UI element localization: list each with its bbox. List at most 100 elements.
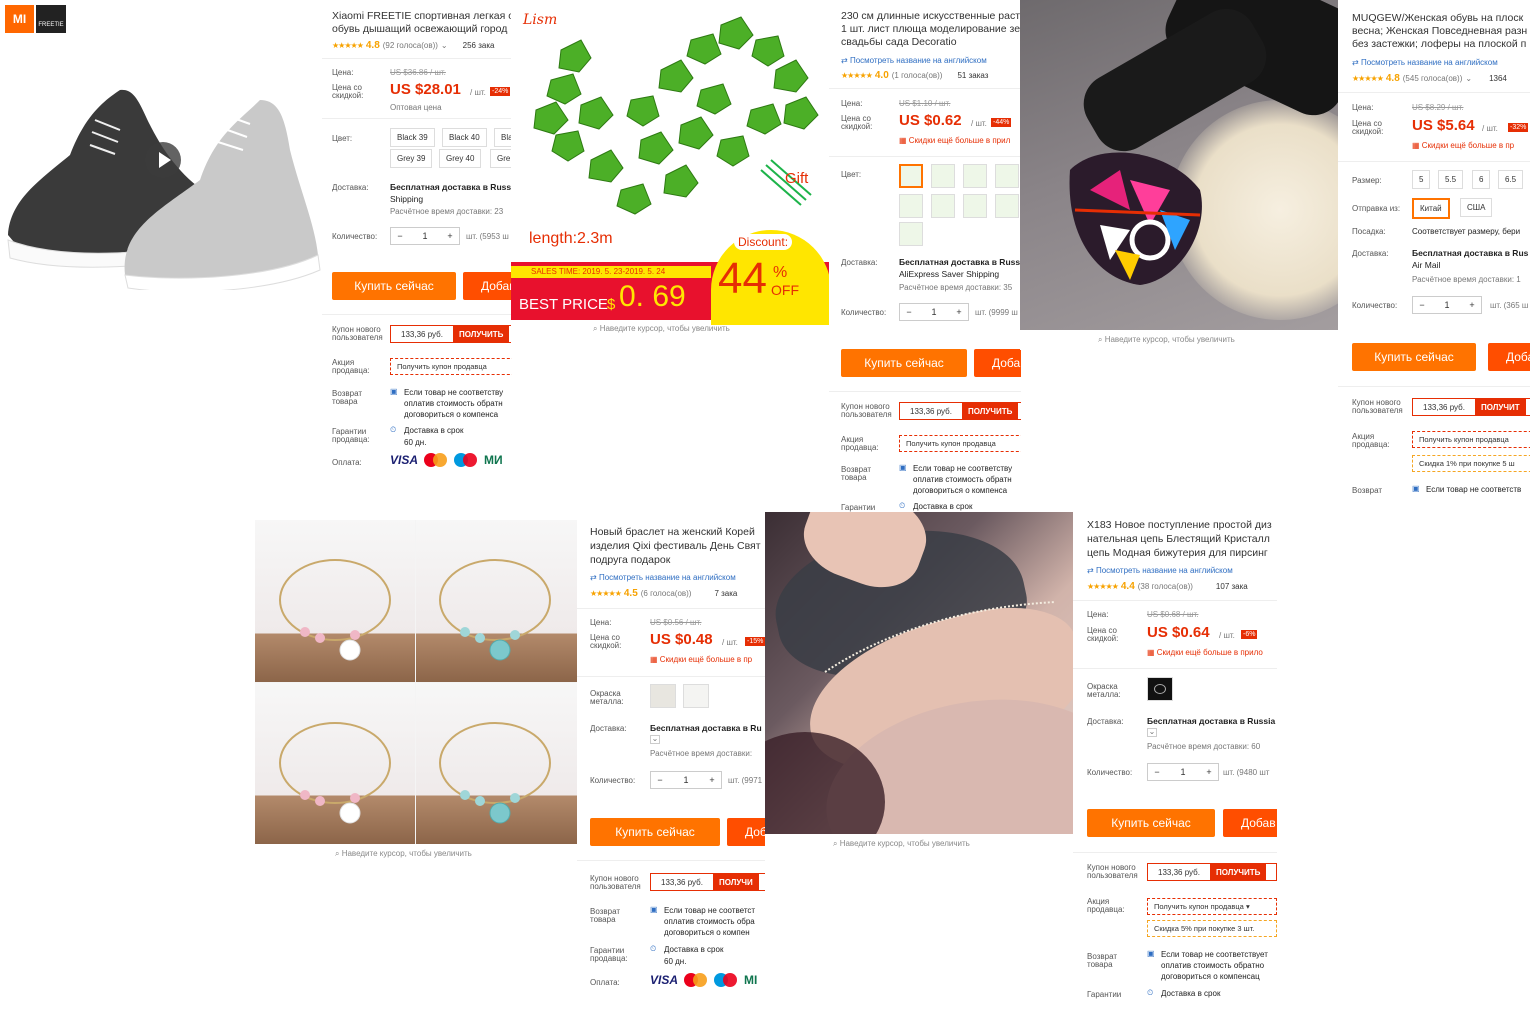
get-coupon-button[interactable]: ПОЛУЧИТ [1474, 399, 1526, 415]
quantity-value[interactable]: 1 [1431, 300, 1463, 310]
new-user-coupon[interactable]: 133,36 руб. ПОЛУЧИТЬ [899, 402, 1021, 420]
more-discounts-link[interactable]: ▦ Скидки ещё больше в пр [1412, 141, 1514, 150]
metal-color-swatch[interactable] [1147, 677, 1173, 701]
quantity-value[interactable]: 1 [669, 775, 703, 785]
minus-icon[interactable]: − [391, 231, 409, 241]
color-option[interactable]: Grey 40 [439, 149, 482, 168]
more-discounts-text[interactable]: Скидки ещё больше в прило [1157, 648, 1263, 657]
more-discounts-text[interactable]: Скидки ещё больше в пр [1422, 141, 1514, 150]
quantity-stepper[interactable]: − 1 + [390, 227, 460, 245]
add-to-cart-button[interactable]: Доба [974, 349, 1021, 377]
color-swatch[interactable] [931, 164, 955, 188]
translate-text[interactable]: Посмотреть название на английском [599, 573, 736, 582]
plus-icon[interactable]: + [441, 231, 459, 241]
buy-now-button[interactable]: Купить сейчас [1087, 809, 1215, 837]
color-swatch[interactable] [963, 164, 987, 188]
size-option[interactable]: 6.5 [1498, 170, 1524, 189]
votes-count[interactable]: (1 голоса(ов)) [892, 71, 943, 80]
shipping-method[interactable]: Shipping [390, 194, 423, 204]
votes-count[interactable]: (6 голоса(ов)) [641, 589, 692, 598]
color-swatch[interactable] [899, 164, 923, 188]
color-option[interactable]: Bla [494, 128, 512, 147]
more-discounts-link[interactable]: ▦ Скидки ещё больше в прил [899, 136, 1010, 145]
quantity-value[interactable]: 1 [918, 307, 950, 317]
votes-count[interactable]: (38 голоса(ов)) [1138, 582, 1193, 591]
color-swatch[interactable] [995, 164, 1019, 188]
get-coupon-button[interactable]: ПОЛУЧИТЬ [961, 403, 1019, 419]
color-swatch[interactable] [899, 222, 923, 246]
color-swatch[interactable] [963, 194, 987, 218]
wholesale-link[interactable]: Оптовая цена [390, 103, 442, 112]
translate-text[interactable]: Посмотреть название на английском [850, 56, 987, 65]
plus-icon[interactable]: + [1463, 300, 1481, 310]
more-discounts-link[interactable]: ▦ Скидки ещё больше в пр [650, 655, 752, 664]
play-video-button[interactable] [145, 142, 181, 178]
chevron-down-icon[interactable]: ⌄ [1147, 728, 1157, 737]
quantity-value[interactable]: 1 [1166, 767, 1200, 777]
new-user-coupon[interactable]: 133,36 руб. ПОЛУЧИ [650, 873, 767, 891]
plus-icon[interactable]: + [950, 307, 968, 317]
seller-coupon-dropdown[interactable]: Получить купон продавца ▾ [1147, 898, 1277, 915]
more-discounts-text[interactable]: Скидки ещё больше в пр [660, 655, 752, 664]
ship-from-option-selected[interactable]: Китай [1412, 198, 1450, 219]
color-option[interactable]: Grey 39 [390, 149, 433, 168]
size-option[interactable]: 5 [1412, 170, 1431, 189]
get-coupon-button[interactable]: ПОЛУЧИТЬ [452, 326, 510, 342]
new-user-coupon[interactable]: 133,36 руб. ПОЛУЧИТЬ [1147, 863, 1277, 881]
get-coupon-button[interactable]: ПОЛУЧИ [712, 874, 759, 890]
translate-text[interactable]: Посмотреть название на английском [1361, 58, 1498, 67]
add-to-cart-button[interactable]: Доб [727, 818, 767, 846]
delivery-text[interactable]: Бесплатная доставка в Rus [1412, 248, 1528, 258]
add-to-cart-button[interactable]: Доба [1488, 343, 1530, 371]
seller-coupon-button[interactable]: Получить купон продавца [899, 435, 1021, 452]
quantity-stepper[interactable]: − 1 + [650, 771, 722, 789]
translate-link[interactable]: ⇄ Посмотреть название на английском [1352, 58, 1498, 67]
translate-link[interactable]: ⇄ Посмотреть название на английском [841, 56, 987, 65]
color-swatch[interactable] [899, 194, 923, 218]
size-option[interactable]: 6 [1472, 170, 1491, 189]
minus-icon[interactable]: − [651, 775, 669, 785]
product-image-loafers[interactable] [1020, 0, 1338, 330]
delivery-text[interactable]: Бесплатная доставка в Russia [1147, 716, 1275, 726]
color-option[interactable]: Black 39 [390, 128, 435, 147]
buy-now-button[interactable]: Купить сейчас [590, 818, 720, 846]
more-discounts-text[interactable]: Скидки ещё больше в прил [909, 136, 1010, 145]
quantity-stepper[interactable]: − 1 + [1147, 763, 1219, 781]
plus-icon[interactable]: + [703, 775, 721, 785]
product-image-waist-chain[interactable] [765, 512, 1073, 834]
votes-count[interactable]: (92 голоса(ов)) [383, 41, 438, 50]
minus-icon[interactable]: − [1148, 767, 1166, 777]
color-swatch[interactable] [995, 194, 1019, 218]
delivery-text[interactable]: Бесплатная доставка в Russi [390, 182, 512, 192]
metal-color-swatch[interactable] [683, 684, 709, 708]
quantity-stepper[interactable]: − 1 + [899, 303, 969, 321]
buy-now-button[interactable]: Купить сейчас [332, 272, 456, 300]
metal-color-swatch[interactable] [650, 684, 676, 708]
color-option[interactable]: Black 40 [442, 128, 487, 147]
shipping-method[interactable]: Air Mail [1412, 260, 1440, 270]
size-option[interactable]: 5.5 [1438, 170, 1464, 189]
translate-link[interactable]: ⇄ Посмотреть название на английском [590, 573, 736, 582]
color-swatch[interactable] [931, 194, 955, 218]
quantity-value[interactable]: 1 [409, 231, 441, 241]
minus-icon[interactable]: − [1413, 300, 1431, 310]
get-coupon-button[interactable]: ПОЛУЧИТЬ [1209, 864, 1267, 880]
plus-icon[interactable]: + [1200, 767, 1218, 777]
votes-count[interactable]: (545 голоса(ов)) [1403, 74, 1463, 83]
translate-link[interactable]: ⇄ Посмотреть название на английском [1087, 566, 1233, 575]
product-image-sneakers[interactable]: MI FREETIE [0, 0, 322, 320]
quantity-stepper[interactable]: − 1 + [1412, 296, 1482, 314]
add-to-cart-button[interactable]: Добав [463, 272, 512, 300]
seller-coupon-button[interactable]: Получить купон продавца [1412, 431, 1530, 448]
seller-coupon-button[interactable]: Получить купон продавца [390, 358, 512, 375]
color-option[interactable]: Gre [490, 149, 512, 168]
product-image-ivy[interactable]: Lism Gift length:2.3m SALES TIME: 2019. … [511, 0, 829, 325]
ship-from-option[interactable]: США [1460, 198, 1493, 217]
buy-now-button[interactable]: Купить сейчас [841, 349, 967, 377]
add-to-cart-button[interactable]: Добав [1223, 809, 1277, 837]
product-image-bracelet[interactable] [255, 520, 577, 844]
shipping-method[interactable]: AliExpress Saver Shipping [899, 269, 999, 279]
minus-icon[interactable]: − [900, 307, 918, 317]
more-discounts-link[interactable]: ▦ Скидки ещё больше в прило [1147, 648, 1263, 657]
delivery-text[interactable]: Бесплатная доставка в Ru [650, 723, 762, 733]
